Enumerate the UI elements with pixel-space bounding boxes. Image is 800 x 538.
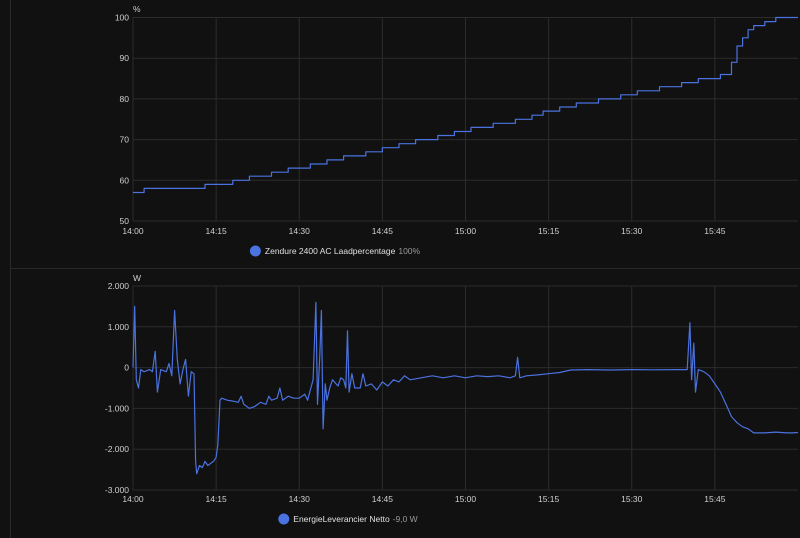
y-tick-label: 80 — [120, 94, 130, 104]
y-tick-label: 0 — [124, 363, 129, 373]
y-tick-label: 60 — [120, 175, 130, 185]
y-axis-unit: W — [133, 273, 141, 283]
x-tick-label: 14:30 — [289, 494, 311, 504]
y-tick-label: 90 — [120, 53, 130, 63]
x-tick-label: 14:00 — [122, 226, 144, 236]
legend-label: Zendure 2400 AC Laadpercentage — [265, 246, 396, 256]
legend-current-value: 100% — [398, 246, 420, 256]
legend-swatch-icon — [249, 245, 261, 257]
x-tick-label: 14:15 — [205, 494, 227, 504]
y-tick-label: 70 — [120, 135, 130, 145]
x-tick-label: 15:45 — [704, 226, 726, 236]
x-tick-label: 14:15 — [205, 226, 227, 236]
legend-label: EnergieLeverancier Netto — [293, 514, 390, 524]
y-tick-label: 2.000 — [108, 281, 130, 291]
x-tick-label: 15:15 — [538, 226, 560, 236]
x-tick-label: 14:30 — [289, 226, 311, 236]
y-tick-label: -1.000 — [105, 403, 129, 413]
history-charts: 100908070605014:00 14:15 14:30 14:45 15:00 15… — [0, 0, 800, 538]
x-tick-label: 15:00 — [455, 226, 477, 236]
x-tick-label: 15:30 — [621, 494, 643, 504]
y-tick-label: 1.000 — [108, 322, 130, 332]
y-axis-unit: % — [133, 4, 141, 14]
legend-swatch-icon — [278, 513, 290, 525]
y-tick-label: 50 — [120, 216, 130, 226]
x-tick-label: 14:45 — [372, 226, 394, 236]
legend-item[interactable]: Zendure 2400 AC Laadpercentage 100% — [249, 245, 421, 257]
legend-current-value: -9,0 W — [393, 514, 418, 524]
y-tick-label: 100 — [115, 13, 129, 23]
x-tick-label: 15:00 — [455, 494, 477, 504]
legend-item[interactable]: EnergieLeverancier Netto -9,0 W — [278, 513, 418, 525]
dashboard: 100 90 80 70 60 50 14:00 14:15 14:30 14:45 15:00 15… — [0, 0, 800, 538]
x-tick-label: 14:45 — [372, 494, 394, 504]
x-tick-label: 15:45 — [704, 494, 726, 504]
x-tick-label: 15:15 — [538, 494, 560, 504]
x-tick-label: 15:30 — [621, 226, 643, 236]
x-tick-label: 14:00 — [122, 494, 144, 504]
y-tick-label: -2.000 — [105, 444, 129, 454]
